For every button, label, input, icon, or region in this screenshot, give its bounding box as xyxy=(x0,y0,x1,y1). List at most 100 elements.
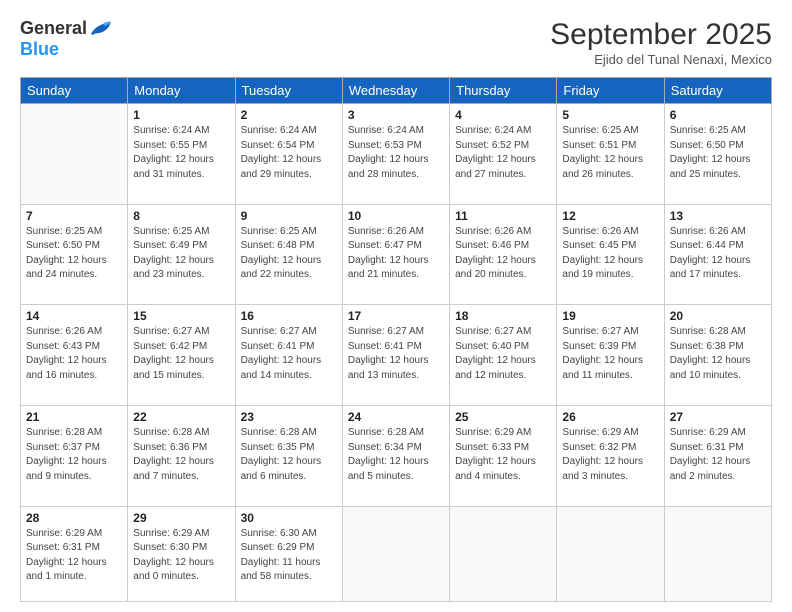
calendar-header-wednesday: Wednesday xyxy=(342,78,449,104)
day-number: 21 xyxy=(26,410,122,424)
calendar-cell: 24 Sunrise: 6:28 AMSunset: 6:34 PMDayligh… xyxy=(342,406,449,507)
day-info: Sunrise: 6:25 AMSunset: 6:49 PMDaylight:… xyxy=(133,225,229,283)
calendar-cell: 9 Sunrise: 6:25 AMSunset: 6:48 PMDaylight… xyxy=(235,204,342,305)
day-number: 7 xyxy=(26,209,122,223)
calendar-cell: 13 Sunrise: 6:26 AMSunset: 6:44 PMDayligh… xyxy=(664,204,771,305)
day-number: 3 xyxy=(348,108,444,122)
day-info: Sunrise: 6:26 AMSunset: 6:45 PMDaylight:… xyxy=(562,225,658,283)
logo-bird-icon xyxy=(89,20,111,38)
day-info: Sunrise: 6:29 AMSunset: 6:32 PMDaylight:… xyxy=(562,426,658,484)
day-info: Sunrise: 6:24 AMSunset: 6:53 PMDaylight:… xyxy=(348,124,444,182)
day-number: 14 xyxy=(26,309,122,323)
calendar: SundayMondayTuesdayWednesdayThursdayFrid… xyxy=(20,77,772,602)
day-info: Sunrise: 6:25 AMSunset: 6:50 PMDaylight:… xyxy=(670,124,766,182)
day-number: 10 xyxy=(348,209,444,223)
day-info: Sunrise: 6:28 AMSunset: 6:34 PMDaylight:… xyxy=(348,426,444,484)
day-info: Sunrise: 6:27 AMSunset: 6:42 PMDaylight:… xyxy=(133,325,229,383)
calendar-header-friday: Friday xyxy=(557,78,664,104)
day-number: 18 xyxy=(455,309,551,323)
day-info: Sunrise: 6:30 AMSunset: 6:29 PMDaylight:… xyxy=(241,527,337,585)
calendar-cell: 27 Sunrise: 6:29 AMSunset: 6:31 PMDayligh… xyxy=(664,406,771,507)
calendar-cell: 16 Sunrise: 6:27 AMSunset: 6:41 PMDayligh… xyxy=(235,305,342,406)
day-info: Sunrise: 6:29 AMSunset: 6:31 PMDaylight:… xyxy=(670,426,766,484)
week-row-0: 1 Sunrise: 6:24 AMSunset: 6:55 PMDaylight… xyxy=(21,104,772,205)
week-row-2: 14 Sunrise: 6:26 AMSunset: 6:43 PMDayligh… xyxy=(21,305,772,406)
day-number: 23 xyxy=(241,410,337,424)
calendar-cell xyxy=(21,104,128,205)
day-info: Sunrise: 6:25 AMSunset: 6:51 PMDaylight:… xyxy=(562,124,658,182)
day-number: 16 xyxy=(241,309,337,323)
calendar-header-row: SundayMondayTuesdayWednesdayThursdayFrid… xyxy=(21,78,772,104)
calendar-cell: 25 Sunrise: 6:29 AMSunset: 6:33 PMDayligh… xyxy=(450,406,557,507)
location: Ejido del Tunal Nenaxi, Mexico xyxy=(550,52,772,67)
day-number: 1 xyxy=(133,108,229,122)
calendar-cell: 26 Sunrise: 6:29 AMSunset: 6:32 PMDayligh… xyxy=(557,406,664,507)
calendar-cell: 1 Sunrise: 6:24 AMSunset: 6:55 PMDaylight… xyxy=(128,104,235,205)
calendar-cell: 19 Sunrise: 6:27 AMSunset: 6:39 PMDayligh… xyxy=(557,305,664,406)
calendar-cell: 8 Sunrise: 6:25 AMSunset: 6:49 PMDaylight… xyxy=(128,204,235,305)
day-number: 9 xyxy=(241,209,337,223)
day-number: 2 xyxy=(241,108,337,122)
calendar-cell: 17Sunrise: 6:27 AMSunset: 6:41 PMDayligh… xyxy=(342,305,449,406)
day-info: Sunrise: 6:25 AMSunset: 6:48 PMDaylight:… xyxy=(241,225,337,283)
day-info: Sunrise: 6:29 AMSunset: 6:31 PMDaylight:… xyxy=(26,527,122,585)
day-number: 30 xyxy=(241,511,337,525)
day-number: 29 xyxy=(133,511,229,525)
day-info: Sunrise: 6:26 AMSunset: 6:46 PMDaylight:… xyxy=(455,225,551,283)
calendar-cell: 30 Sunrise: 6:30 AMSunset: 6:29 PMDayligh… xyxy=(235,506,342,601)
day-info: Sunrise: 6:28 AMSunset: 6:35 PMDaylight:… xyxy=(241,426,337,484)
calendar-cell: 2Sunrise: 6:24 AMSunset: 6:54 PMDaylight… xyxy=(235,104,342,205)
day-info: Sunrise: 6:29 AMSunset: 6:33 PMDaylight:… xyxy=(455,426,551,484)
day-info: Sunrise: 6:27 AMSunset: 6:39 PMDaylight:… xyxy=(562,325,658,383)
day-number: 19 xyxy=(562,309,658,323)
day-number: 28 xyxy=(26,511,122,525)
day-number: 27 xyxy=(670,410,766,424)
day-number: 20 xyxy=(670,309,766,323)
header: General Blue September 2025 Ejido del Tu… xyxy=(20,18,772,67)
calendar-cell: 3 Sunrise: 6:24 AMSunset: 6:53 PMDaylight… xyxy=(342,104,449,205)
day-info: Sunrise: 6:26 AMSunset: 6:44 PMDaylight:… xyxy=(670,225,766,283)
calendar-cell: 23 Sunrise: 6:28 AMSunset: 6:35 PMDayligh… xyxy=(235,406,342,507)
day-number: 5 xyxy=(562,108,658,122)
week-row-3: 21 Sunrise: 6:28 AMSunset: 6:37 PMDayligh… xyxy=(21,406,772,507)
calendar-cell: 29 Sunrise: 6:29 AMSunset: 6:30 PMDayligh… xyxy=(128,506,235,601)
day-info: Sunrise: 6:24 AMSunset: 6:52 PMDaylight:… xyxy=(455,124,551,182)
calendar-header-saturday: Saturday xyxy=(664,78,771,104)
calendar-cell: 6 Sunrise: 6:25 AMSunset: 6:50 PMDaylight… xyxy=(664,104,771,205)
day-number: 24 xyxy=(348,410,444,424)
calendar-cell xyxy=(342,506,449,601)
calendar-cell: 7 Sunrise: 6:25 AMSunset: 6:50 PMDaylight… xyxy=(21,204,128,305)
logo: General Blue xyxy=(20,18,111,60)
day-info: Sunrise: 6:27 AMSunset: 6:41 PMDaylight:… xyxy=(241,325,337,383)
title-block: September 2025 Ejido del Tunal Nenaxi, M… xyxy=(550,18,772,67)
calendar-header-thursday: Thursday xyxy=(450,78,557,104)
day-info: Sunrise: 6:28 AMSunset: 6:37 PMDaylight:… xyxy=(26,426,122,484)
day-info: Sunrise: 6:24 AMSunset: 6:55 PMDaylight:… xyxy=(133,124,229,182)
day-number: 22 xyxy=(133,410,229,424)
calendar-cell: 5 Sunrise: 6:25 AMSunset: 6:51 PMDaylight… xyxy=(557,104,664,205)
page: General Blue September 2025 Ejido del Tu… xyxy=(0,0,792,612)
day-number: 26 xyxy=(562,410,658,424)
calendar-header-monday: Monday xyxy=(128,78,235,104)
calendar-cell: 15Sunrise: 6:27 AMSunset: 6:42 PMDayligh… xyxy=(128,305,235,406)
day-number: 13 xyxy=(670,209,766,223)
day-number: 11 xyxy=(455,209,551,223)
day-info: Sunrise: 6:26 AMSunset: 6:43 PMDaylight:… xyxy=(26,325,122,383)
day-number: 4 xyxy=(455,108,551,122)
calendar-cell: 4 Sunrise: 6:24 AMSunset: 6:52 PMDaylight… xyxy=(450,104,557,205)
day-number: 25 xyxy=(455,410,551,424)
week-row-4: 28 Sunrise: 6:29 AMSunset: 6:31 PMDayligh… xyxy=(21,506,772,601)
calendar-cell: 22Sunrise: 6:28 AMSunset: 6:36 PMDayligh… xyxy=(128,406,235,507)
calendar-cell xyxy=(557,506,664,601)
day-info: Sunrise: 6:25 AMSunset: 6:50 PMDaylight:… xyxy=(26,225,122,283)
calendar-header-sunday: Sunday xyxy=(21,78,128,104)
day-info: Sunrise: 6:28 AMSunset: 6:38 PMDaylight:… xyxy=(670,325,766,383)
day-number: 17 xyxy=(348,309,444,323)
day-info: Sunrise: 6:29 AMSunset: 6:30 PMDaylight:… xyxy=(133,527,229,585)
week-row-1: 7 Sunrise: 6:25 AMSunset: 6:50 PMDaylight… xyxy=(21,204,772,305)
calendar-cell: 20 Sunrise: 6:28 AMSunset: 6:38 PMDayligh… xyxy=(664,305,771,406)
day-number: 6 xyxy=(670,108,766,122)
logo-general-text: General xyxy=(20,18,87,39)
calendar-cell: 11 Sunrise: 6:26 AMSunset: 6:46 PMDayligh… xyxy=(450,204,557,305)
day-number: 8 xyxy=(133,209,229,223)
